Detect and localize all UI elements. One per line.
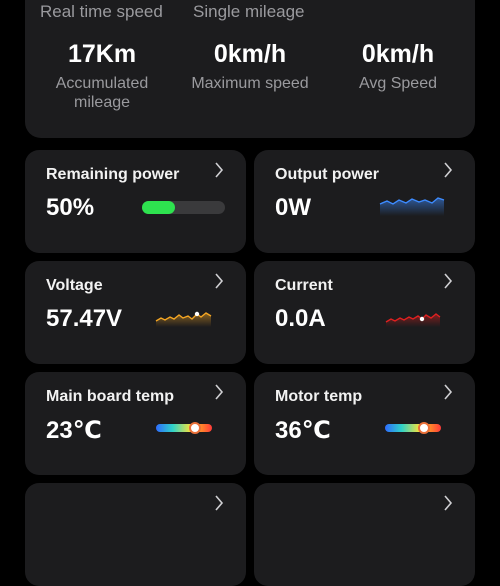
current-card[interactable]: Current 0.0A [254, 261, 475, 364]
main-board-temp-card[interactable]: Main board temp 23℃ [25, 372, 246, 475]
current-value: 0.0A [275, 305, 326, 332]
accumulated-mileage-label: Accumulated mileage [55, 75, 149, 111]
real-time-speed-label: Real time speed [40, 2, 163, 21]
avg-speed-value: 0km/h [361, 40, 435, 68]
maximum-speed-label: Maximum speed [191, 75, 309, 92]
main-board-temp-gauge [156, 422, 212, 434]
battery-level-bar [142, 201, 225, 214]
remaining-power-card[interactable]: Remaining power 50% [25, 150, 246, 253]
single-mileage-label: Single mileage [193, 2, 305, 21]
motor-temp-indicator [418, 422, 431, 434]
chevron-right-icon [444, 162, 453, 178]
current-title: Current [275, 277, 333, 294]
motor-temp-gauge [385, 422, 441, 434]
motor-temp-title: Motor temp [275, 388, 363, 405]
remaining-power-value: 50% [46, 194, 95, 221]
chevron-right-icon [215, 384, 224, 400]
chevron-right-icon [444, 273, 453, 289]
main-board-temp-title: Main board temp [46, 388, 175, 405]
voltage-title: Voltage [46, 277, 103, 294]
maximum-speed-value: 0km/h [213, 40, 287, 68]
output-power-card[interactable]: Output power 0W [254, 150, 475, 253]
voltage-sparkline [155, 311, 212, 327]
remaining-power-title: Remaining power [46, 166, 180, 183]
output-power-title: Output power [275, 166, 379, 183]
battery-level-fill [142, 201, 175, 214]
motor-temp-card[interactable]: Motor temp 36℃ [254, 372, 475, 475]
motor-temp-value: 36℃ [275, 417, 331, 444]
accumulated-mileage-value: 17Km [67, 40, 137, 68]
chevron-right-icon [215, 495, 224, 511]
next-card-right[interactable] [254, 483, 475, 586]
chevron-right-icon [215, 273, 224, 289]
current-sparkline [385, 313, 441, 327]
output-power-value: 0W [275, 194, 311, 221]
chevron-right-icon [215, 162, 224, 178]
voltage-value: 57.47V [46, 305, 123, 332]
chevron-right-icon [444, 384, 453, 400]
chevron-right-icon [444, 495, 453, 511]
output-power-sparkline [379, 197, 445, 216]
voltage-card[interactable]: Voltage 57.47V [25, 261, 246, 364]
next-card-left[interactable] [25, 483, 246, 586]
summary-card: Real time speed Single mileage 17Km Accu… [25, 0, 475, 138]
main-board-temp-indicator [189, 422, 202, 434]
main-board-temp-value: 23℃ [46, 417, 102, 444]
avg-speed-label: Avg Speed [359, 75, 437, 92]
